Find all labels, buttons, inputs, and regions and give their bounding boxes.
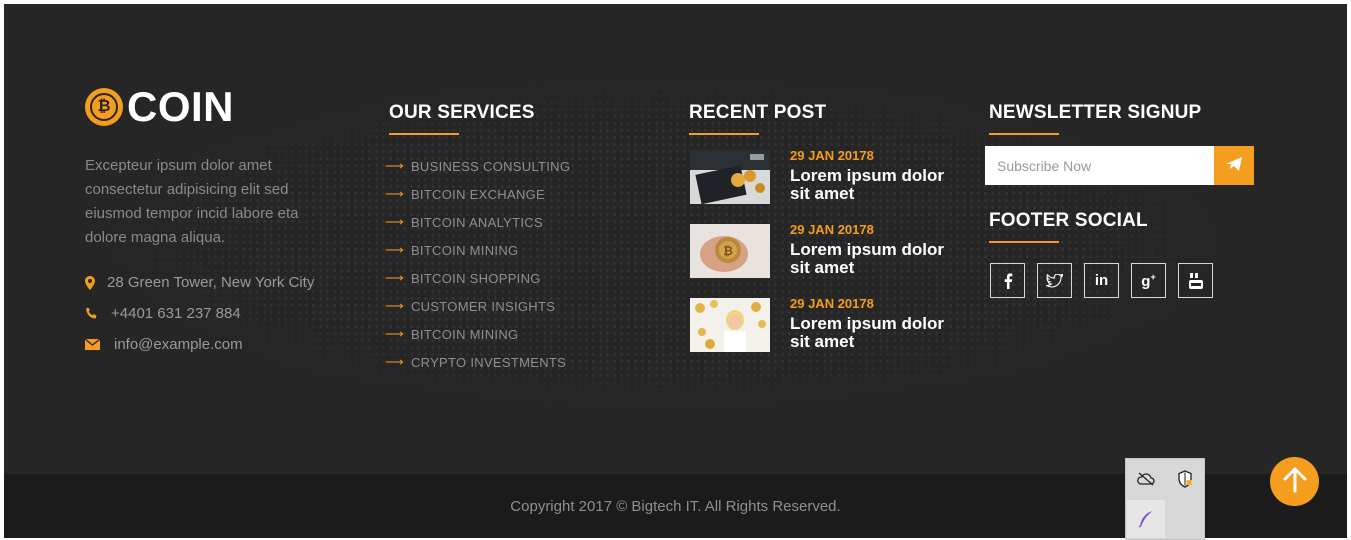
linkedin-icon[interactable]: in — [1084, 263, 1119, 298]
heading-underline — [989, 241, 1059, 243]
arrow-right-icon: ⟶ — [385, 270, 404, 285]
newsletter-submit-button[interactable] — [1214, 146, 1254, 185]
twitter-icon[interactable] — [1037, 263, 1072, 298]
service-link[interactable]: ⟶ BITCOIN EXCHANGE — [385, 180, 570, 208]
service-link[interactable]: ⟶ BITCOIN SHOPPING — [385, 264, 570, 292]
service-link[interactable]: ⟶ CRYPTO INVESTMENTS — [385, 348, 570, 376]
arrow-right-icon: ⟶ — [385, 354, 404, 369]
logo-text: COIN — [127, 83, 234, 130]
post-date: 29 JAN 20178 — [790, 296, 874, 311]
arrow-up-icon — [1283, 467, 1307, 497]
contact-email: info@example.com — [85, 336, 243, 353]
services-list: ⟶ BUSINESS CONSULTING ⟶ BITCOIN EXCHANGE ⟶… — [385, 152, 570, 376]
arrow-right-icon: ⟶ — [385, 298, 404, 313]
post-date: 29 JAN 20178 — [790, 148, 874, 163]
recent-post-item[interactable]: 29 JAN 20178 Lorem ipsum dolor sit amet — [690, 148, 950, 204]
post-thumbnail[interactable] — [690, 298, 770, 352]
arrow-right-icon: ⟶ — [385, 326, 404, 341]
arrow-right-icon: ⟶ — [385, 186, 404, 201]
service-link[interactable]: ⟶ BITCOIN MINING — [385, 236, 570, 264]
service-link[interactable]: ⟶ CUSTOMER INSIGHTS — [385, 292, 570, 320]
recent-post-heading: RECENT POST — [689, 102, 827, 123]
post-title[interactable]: Lorem ipsum dolor sit amet — [790, 167, 950, 203]
map-marker-icon — [85, 275, 107, 290]
recent-post-item[interactable]: 29 JAN 20178 Lorem ipsum dolor sit amet — [690, 296, 950, 352]
newsletter-email-input[interactable]: Subscribe Now — [985, 146, 1214, 185]
phone-icon — [85, 307, 111, 320]
pen-feather-icon[interactable] — [1127, 500, 1165, 538]
post-thumbnail[interactable] — [690, 150, 770, 204]
social-links: in g+ — [990, 263, 1225, 298]
heading-underline — [989, 133, 1059, 135]
contact-address: 28 Green Tower, New York City — [85, 274, 314, 291]
phone-text: +4401 631 237 884 — [111, 305, 241, 322]
system-tray-popup — [1125, 458, 1205, 540]
about-text: Excepteur ipsum dolor amet consectetur a… — [85, 157, 299, 246]
scroll-to-top-button[interactable] — [1270, 457, 1319, 506]
post-title[interactable]: Lorem ipsum dolor sit amet — [790, 315, 950, 351]
google-plus-icon[interactable]: g+ — [1131, 263, 1166, 298]
recent-post-item[interactable]: ₿ 29 JAN 20178 Lorem ipsum dolor sit ame… — [690, 222, 950, 278]
heading-underline — [389, 133, 459, 135]
bitcoin-logo-icon: ₿ — [85, 88, 123, 126]
security-shield-icon[interactable] — [1166, 460, 1204, 498]
address-text: 28 Green Tower, New York City — [107, 274, 315, 291]
cloud-offline-icon[interactable] — [1127, 460, 1165, 498]
post-date: 29 JAN 20178 — [790, 222, 874, 237]
contact-phone: +4401 631 237 884 — [85, 305, 241, 322]
footer-logo[interactable]: ₿ COIN — [85, 86, 234, 128]
arrow-right-icon: ⟶ — [385, 242, 404, 257]
arrow-right-icon: ⟶ — [385, 158, 404, 173]
svg-text:₿: ₿ — [723, 244, 733, 258]
post-thumbnail[interactable]: ₿ — [690, 224, 770, 278]
service-link[interactable]: ⟶ BITCOIN MINING — [385, 320, 570, 348]
email-text: info@example.com — [114, 336, 243, 353]
post-title[interactable]: Lorem ipsum dolor sit amet — [790, 241, 950, 277]
facebook-icon[interactable] — [990, 263, 1025, 298]
paper-plane-icon — [1226, 156, 1242, 175]
heading-underline — [689, 133, 759, 135]
services-heading: OUR SERVICES — [389, 102, 535, 123]
service-link[interactable]: ⟶ BUSINESS CONSULTING — [385, 152, 570, 180]
youtube-icon[interactable] — [1178, 263, 1213, 298]
service-link[interactable]: ⟶ BITCOIN ANALYTICS — [385, 208, 570, 236]
footer-social-heading: FOOTER SOCIAL — [989, 210, 1148, 231]
newsletter-heading: NEWSLETTER SIGNUP — [989, 102, 1202, 123]
envelope-icon — [85, 339, 114, 350]
arrow-right-icon: ⟶ — [385, 214, 404, 229]
